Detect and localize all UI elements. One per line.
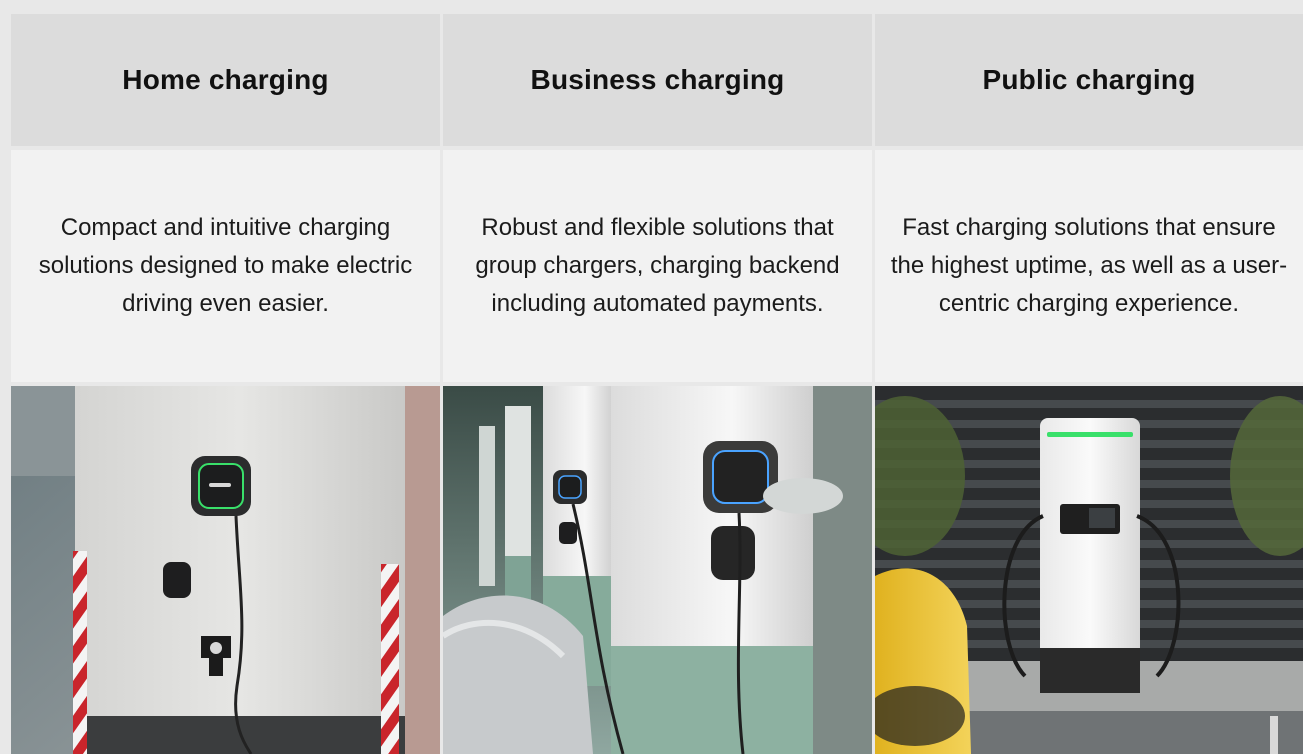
home-wall-charger-photo bbox=[11, 386, 440, 754]
description-business-charging: Robust and flexible solutions that group… bbox=[443, 150, 872, 382]
business-parking-chargers-photo bbox=[443, 386, 872, 754]
header-home-charging: Home charging bbox=[11, 14, 440, 146]
description-home-charging: Compact and intuitive charging solutions… bbox=[11, 150, 440, 382]
home-charging-image bbox=[11, 386, 440, 754]
business-charging-image bbox=[443, 386, 872, 754]
public-fast-charger-photo bbox=[875, 386, 1303, 754]
charging-solutions-table: Home charging Business charging Public c… bbox=[11, 14, 1303, 754]
public-charging-image bbox=[875, 386, 1303, 754]
description-public-charging: Fast charging solutions that ensure the … bbox=[875, 150, 1303, 382]
header-business-charging: Business charging bbox=[443, 14, 872, 146]
header-public-charging: Public charging bbox=[875, 14, 1303, 146]
